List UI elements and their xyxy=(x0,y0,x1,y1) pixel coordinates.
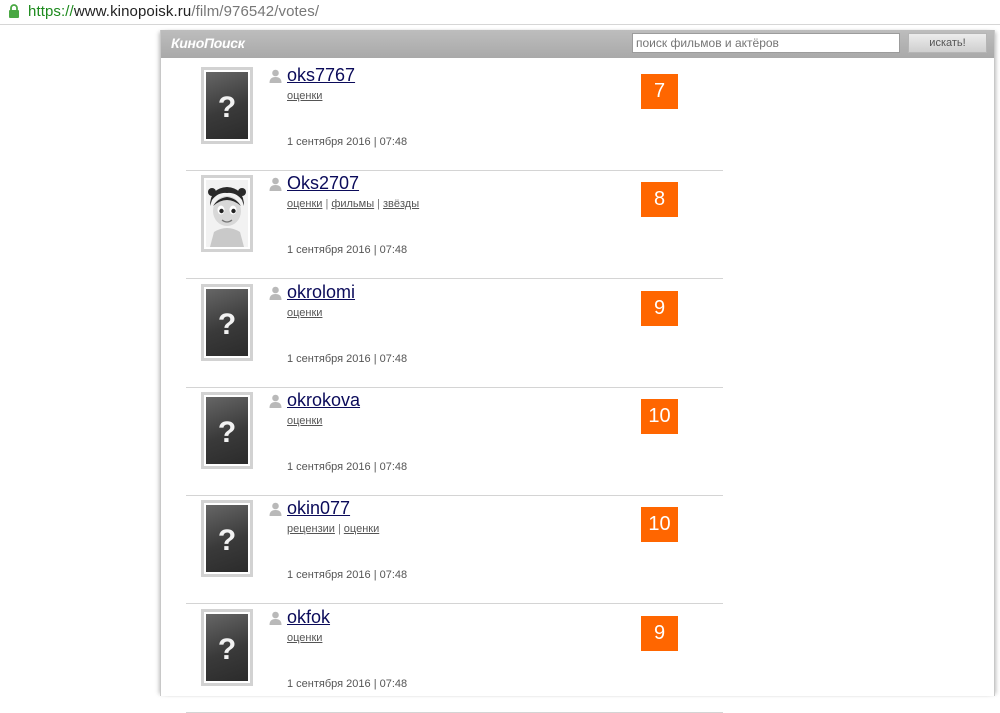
site-frame: КиноПоиск искать! ? oks7767 оценки 1 сентяб… xyxy=(160,30,995,713)
vote-row: ? oks7767 оценки 1 сентября 2016 | 07:48 7 xyxy=(186,62,723,171)
user-icon xyxy=(269,286,282,305)
username-link[interactable]: okin077 xyxy=(287,498,350,519)
username-link[interactable]: okrolomi xyxy=(287,282,355,303)
vote-date: 1 сентября 2016 | 07:48 xyxy=(287,461,408,473)
user-avatar-placeholder[interactable]: ? xyxy=(201,609,253,686)
user-section-link[interactable]: оценки xyxy=(287,415,322,427)
question-mark-icon: ? xyxy=(217,308,237,341)
site-header: КиноПоиск искать! xyxy=(161,30,994,58)
lock-icon xyxy=(8,4,20,24)
user-avatar-photo[interactable] xyxy=(201,175,253,252)
user-avatar-placeholder[interactable]: ? xyxy=(201,500,253,577)
user-avatar-placeholder[interactable]: ? xyxy=(201,284,253,361)
user-links: рецензии | оценки xyxy=(287,523,379,535)
user-section-link[interactable]: оценки xyxy=(344,523,379,535)
user-section-link[interactable]: рецензии xyxy=(287,523,335,535)
username-link[interactable]: Oks2707 xyxy=(287,173,359,194)
user-links: оценки xyxy=(287,307,322,319)
username-link[interactable]: okfok xyxy=(287,607,330,628)
vote-row: ? okrokova оценки 1 сентября 2016 | 07:48 10 xyxy=(186,387,723,496)
vote-row: ? okrolomi оценки 1 сентября 2016 | 07:48 9 xyxy=(186,279,723,388)
link-separator: | xyxy=(377,198,380,210)
user-section-link[interactable]: оценки xyxy=(287,307,322,319)
user-section-link[interactable]: оценки xyxy=(287,90,322,102)
user-icon xyxy=(269,394,282,413)
avatar-image: ? xyxy=(206,72,248,139)
url-text[interactable]: https://www.kinopoisk.ru/film/976542/vot… xyxy=(28,3,319,20)
avatar-image: ? xyxy=(206,505,248,572)
user-links: оценки xyxy=(287,415,322,427)
url-host: www.kinopoisk.ru xyxy=(73,3,192,20)
user-icon xyxy=(269,177,282,196)
user-icon xyxy=(269,69,282,88)
vote-date: 1 сентября 2016 | 07:48 xyxy=(287,678,408,690)
user-links: оценки xyxy=(287,632,322,644)
question-mark-icon: ? xyxy=(217,416,237,449)
user-avatar-placeholder[interactable]: ? xyxy=(201,67,253,144)
url-path: /film/976542/votes/ xyxy=(191,3,320,20)
question-mark-icon: ? xyxy=(217,524,237,557)
search-button[interactable]: искать! xyxy=(908,33,987,53)
vote-row: ? okfok оценки 1 сентября 2016 | 07:48 9 xyxy=(186,604,723,713)
vote-date: 1 сентября 2016 | 07:48 xyxy=(287,569,408,581)
vote-date: 1 сентября 2016 | 07:48 xyxy=(287,244,408,256)
avatar-image xyxy=(206,180,248,247)
vote-score-badge: 8 xyxy=(641,182,678,217)
avatar-image: ? xyxy=(206,289,248,356)
address-bar[interactable]: https://www.kinopoisk.ru/film/976542/vot… xyxy=(0,0,1000,25)
user-section-link[interactable]: оценки xyxy=(287,198,322,210)
search-input[interactable] xyxy=(632,33,900,53)
vote-score-badge: 9 xyxy=(641,291,678,326)
vote-score-badge: 9 xyxy=(641,616,678,651)
avatar-image: ? xyxy=(206,397,248,464)
user-icon xyxy=(269,502,282,521)
url-protocol: https:// xyxy=(28,3,74,20)
username-link[interactable]: okrokova xyxy=(287,390,360,411)
vote-date: 1 сентября 2016 | 07:48 xyxy=(287,136,408,148)
question-mark-icon: ? xyxy=(217,633,237,666)
link-separator: | xyxy=(337,523,341,535)
user-avatar-placeholder[interactable]: ? xyxy=(201,392,253,469)
user-links: оценки | фильмы | звёзды xyxy=(287,198,419,210)
user-section-link[interactable]: звёзды xyxy=(383,198,419,210)
avatar-cartoon-icon xyxy=(206,180,248,247)
vote-row: Oks2707 оценки | фильмы | звёзды 1 сентября 20… xyxy=(186,170,723,279)
avatar-image: ? xyxy=(206,614,248,681)
username-link[interactable]: oks7767 xyxy=(287,65,355,86)
vote-score-badge: 10 xyxy=(641,399,678,434)
site-logo[interactable]: КиноПоиск xyxy=(171,35,245,51)
user-links: оценки xyxy=(287,90,322,102)
user-section-link[interactable]: оценки xyxy=(287,632,322,644)
user-section-link[interactable]: фильмы xyxy=(331,198,374,210)
link-separator: | xyxy=(325,198,329,210)
vote-row: ? okin077 рецензии | оценки 1 сентября 2016 |… xyxy=(186,495,723,604)
question-mark-icon: ? xyxy=(217,91,237,124)
vote-date: 1 сентября 2016 | 07:48 xyxy=(287,353,408,365)
user-icon xyxy=(269,611,282,630)
vote-score-badge: 10 xyxy=(641,507,678,542)
vote-score-badge: 7 xyxy=(641,74,678,109)
